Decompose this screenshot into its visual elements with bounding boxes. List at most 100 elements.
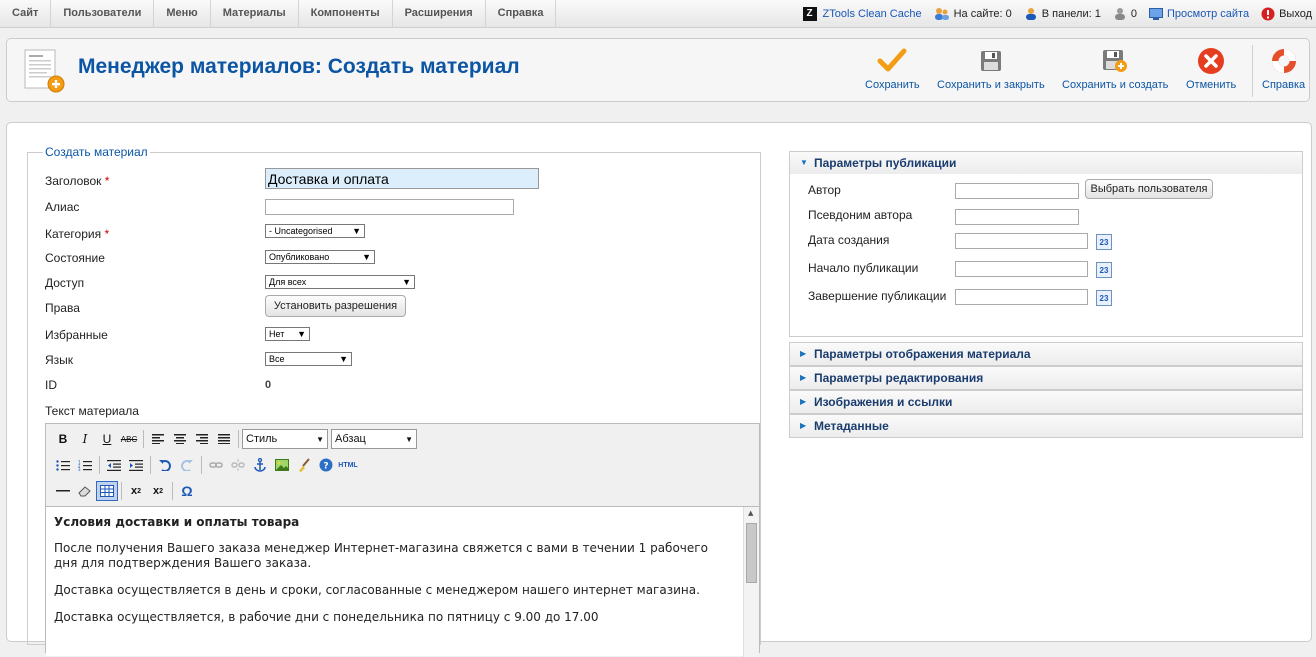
required-mark: *	[104, 227, 110, 241]
featured-label: Избранные	[45, 328, 108, 342]
save-button[interactable]: Сохранить	[865, 47, 920, 91]
language-select[interactable]: Все ▼	[265, 352, 352, 366]
menu-content[interactable]: Материалы	[211, 0, 299, 28]
created-date-field[interactable]	[955, 233, 1088, 249]
id-value: 0	[265, 379, 272, 391]
monitor-icon	[1148, 8, 1163, 20]
metadata-header[interactable]: ▶ Метаданные	[790, 415, 1302, 437]
title-field[interactable]	[265, 168, 539, 189]
indent-button[interactable]	[125, 455, 147, 475]
scrollbar-thumb[interactable]	[746, 523, 757, 583]
save-new-button[interactable]: Сохранить и создать	[1062, 47, 1168, 91]
calendar-icon[interactable]: 23	[1096, 290, 1112, 306]
format-select-label: Абзац	[335, 433, 366, 445]
toolbar-separator	[121, 482, 122, 500]
help-button[interactable]: Справка	[1262, 47, 1305, 91]
table-button[interactable]	[96, 481, 118, 501]
featured-select[interactable]: Нет ▼	[265, 327, 310, 341]
bullet-list-button[interactable]	[52, 455, 74, 475]
special-char-button[interactable]: Ω	[176, 481, 198, 501]
align-center-button[interactable]	[169, 429, 191, 449]
dropdown-arrow-icon: ▼	[316, 434, 324, 444]
menu-users[interactable]: Пользователи	[51, 0, 155, 28]
link-button[interactable]	[205, 455, 227, 475]
editor-toolbar-row-3: x2 x2 Ω	[52, 480, 198, 502]
page-title: Менеджер материалов: Создать материал	[78, 55, 520, 78]
editor-toolbar-row-1: B I U ABC Стиль ▼ Абзац ▼	[52, 428, 417, 450]
editor-content[interactable]: Условия доставки и оплаты товара После п…	[46, 506, 759, 657]
calendar-icon[interactable]: 23	[1096, 262, 1112, 278]
in-panel-count: В панели: 1	[1041, 8, 1101, 20]
menu-components[interactable]: Компоненты	[299, 0, 393, 28]
access-select[interactable]: Для всех ▼	[265, 275, 415, 289]
bold-button[interactable]: B	[52, 429, 74, 449]
view-site-link[interactable]: Просмотр сайта	[1148, 8, 1249, 20]
cleanup-button[interactable]	[293, 455, 315, 475]
image-button[interactable]	[271, 455, 293, 475]
ztools-clean-cache[interactable]: Z ZTools Clean Cache	[802, 7, 922, 21]
align-left-icon	[152, 434, 164, 444]
unlink-button[interactable]	[227, 455, 249, 475]
set-permissions-button[interactable]: Установить разрешения	[265, 295, 406, 317]
logout-link[interactable]: Выход	[1261, 7, 1312, 21]
editing-options-header[interactable]: ▶ Параметры редактирования	[790, 367, 1302, 389]
images-links-title: Изображения и ссылки	[814, 395, 953, 409]
menu-extensions[interactable]: Расширения	[393, 0, 486, 28]
author-alias-field[interactable]	[955, 209, 1079, 225]
menu-help[interactable]: Справка	[486, 0, 557, 28]
toolbar-separator	[172, 482, 173, 500]
logout-icon	[1261, 7, 1275, 21]
italic-button[interactable]: I	[74, 429, 96, 449]
author-label: Автор	[808, 183, 841, 197]
undo-button[interactable]	[154, 455, 176, 475]
calendar-icon[interactable]: 23	[1096, 234, 1112, 250]
publish-down-label: Завершение публикации	[808, 289, 947, 303]
publish-up-label: Начало публикации	[808, 261, 919, 275]
images-links-header[interactable]: ▶ Изображения и ссылки	[790, 391, 1302, 413]
menu-menus[interactable]: Меню	[154, 0, 211, 28]
save-close-button[interactable]: Сохранить и закрыть	[937, 47, 1045, 91]
redo-icon	[181, 460, 193, 471]
style-select[interactable]: Стиль ▼	[242, 429, 328, 449]
toolbar-separator	[150, 456, 151, 474]
publish-up-field[interactable]	[955, 261, 1088, 277]
publishing-header[interactable]: ▼ Параметры публикации	[790, 152, 1302, 174]
toolbar-separator	[143, 430, 144, 448]
floppy-add-icon	[1103, 50, 1128, 72]
state-label: Состояние	[45, 251, 105, 265]
subscript-button[interactable]: x2	[125, 481, 147, 501]
anchor-button[interactable]	[249, 455, 271, 475]
broom-icon	[299, 458, 310, 472]
horizontal-rule-button[interactable]	[52, 481, 74, 501]
scroll-up-icon[interactable]: ▲	[748, 509, 753, 517]
messages[interactable]: 0	[1113, 7, 1137, 21]
underline-button[interactable]: U	[96, 429, 118, 449]
html-source-button[interactable]: HTML	[337, 455, 359, 475]
numbered-list-button[interactable]: 123	[74, 455, 96, 475]
outdent-button[interactable]	[103, 455, 125, 475]
editor-help-button[interactable]: ?	[315, 455, 337, 475]
strikethrough-button[interactable]: ABC	[118, 429, 140, 449]
category-select[interactable]: - Uncategorised ▼	[265, 224, 365, 238]
floppy-icon	[980, 51, 1001, 71]
author-field[interactable]	[955, 183, 1079, 199]
align-right-icon	[196, 434, 208, 444]
state-select[interactable]: Опубликовано ▼	[265, 250, 375, 264]
alias-field[interactable]	[265, 199, 514, 215]
checkmark-icon	[877, 48, 907, 72]
select-user-button[interactable]: Выбрать пользователя	[1085, 179, 1213, 199]
align-right-button[interactable]	[191, 429, 213, 449]
format-select[interactable]: Абзац ▼	[331, 429, 417, 449]
menu-site[interactable]: Сайт	[0, 0, 52, 28]
editor-scrollbar[interactable]: ▲	[743, 507, 759, 657]
display-options-header[interactable]: ▶ Параметры отображения материала	[790, 343, 1302, 365]
align-left-button[interactable]	[147, 429, 169, 449]
superscript-button[interactable]: x2	[147, 481, 169, 501]
publish-down-field[interactable]	[955, 289, 1088, 305]
editor-toolbar-row-2: 123 ? HTML	[52, 454, 359, 476]
cancel-button[interactable]: Отменить	[1186, 47, 1236, 91]
remove-format-button[interactable]	[74, 481, 96, 501]
justify-button[interactable]	[213, 429, 235, 449]
redo-button[interactable]	[176, 455, 198, 475]
collapsed-triangle-icon: ▶	[800, 397, 807, 406]
